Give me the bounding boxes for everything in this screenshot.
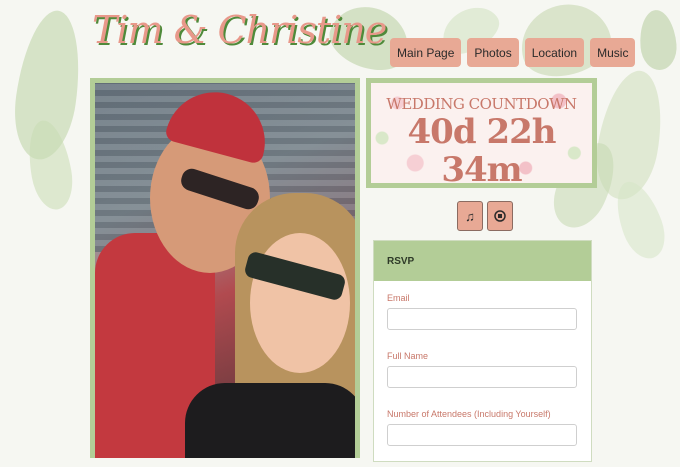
full-name-label: Full Name [387, 351, 429, 361]
attendees-label: Number of Attendees (Including Yourself) [387, 409, 551, 419]
attendees-field[interactable] [387, 424, 577, 446]
email-field[interactable] [387, 308, 577, 330]
leaf-decoration [637, 8, 679, 72]
full-name-field[interactable] [387, 366, 577, 388]
countdown-time: 40d 22h 34m [407, 112, 557, 190]
countdown-title: WEDDING COUNTDOWN [386, 95, 577, 113]
nav-photos[interactable]: Photos [467, 38, 519, 67]
main-nav: Main Page Photos Location Music [390, 38, 636, 67]
stop-icon[interactable] [487, 201, 513, 231]
nav-music[interactable]: Music [590, 38, 636, 67]
rsvp-form: RSVP Email Full Name Number of Attendees… [373, 240, 592, 462]
couple-photo [95, 83, 355, 458]
nav-location[interactable]: Location [524, 38, 585, 67]
email-label: Email [387, 293, 410, 303]
wedding-countdown: WEDDING COUNTDOWN 40d 22h 34m [366, 78, 597, 190]
rsvp-header: RSVP [374, 241, 591, 281]
nav-main-page[interactable]: Main Page [390, 38, 462, 67]
site-title[interactable]: Tim & Christine [92, 8, 387, 52]
music-note-icon[interactable]: ♫ [457, 201, 483, 231]
audio-controls: ♫ [457, 201, 513, 231]
couple-photo-frame [90, 78, 360, 458]
